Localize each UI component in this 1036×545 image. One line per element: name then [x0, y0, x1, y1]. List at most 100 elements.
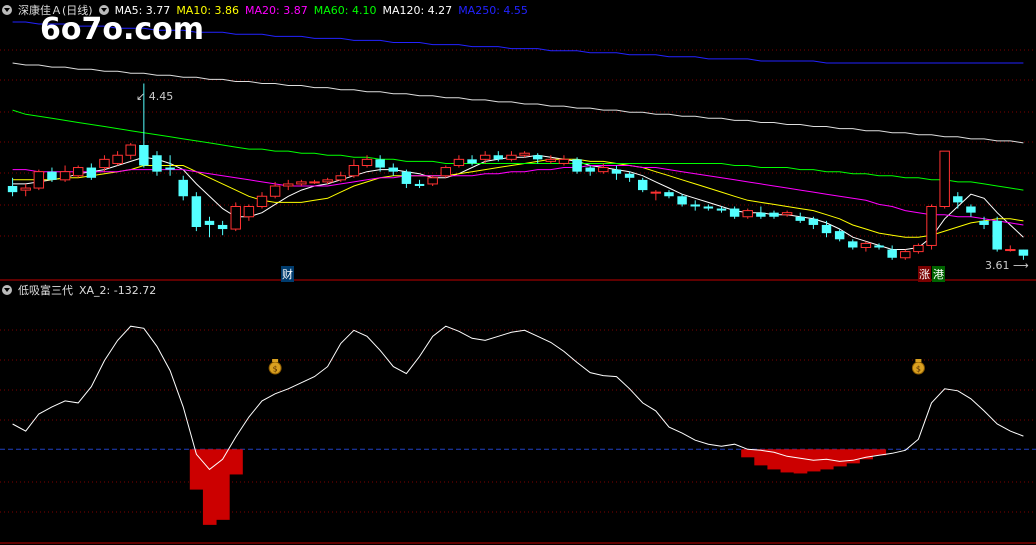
- candle-body: [296, 181, 307, 185]
- candle-body: [375, 159, 385, 168]
- candle-body: [453, 158, 465, 167]
- indicator-bar: [202, 449, 217, 525]
- candle-body: [808, 218, 819, 225]
- candle-body: [256, 195, 268, 207]
- candle-body: [59, 171, 71, 181]
- limit-up-marker[interactable]: 涨: [918, 266, 931, 282]
- ma-legend-item: MA250: 4.55: [458, 4, 528, 17]
- candle-body: [230, 206, 241, 230]
- candle-body: [7, 186, 18, 193]
- indicator-bar: [229, 449, 243, 475]
- candle-body: [532, 155, 543, 160]
- candle-body: [152, 155, 162, 172]
- candle-body: [479, 154, 491, 160]
- indicator-bar: [859, 449, 873, 460]
- high-price-label: ↙ 4.45: [136, 90, 174, 103]
- candle-body: [165, 167, 175, 170]
- money-bag-icon[interactable]: $: [268, 359, 282, 375]
- ma-toggle-icon[interactable]: [98, 5, 109, 15]
- candle-body: [33, 171, 45, 189]
- candle-body: [795, 216, 805, 221]
- hk-connect-marker[interactable]: 港: [932, 266, 945, 282]
- ma-legend-item: MA5: 3.77: [114, 4, 171, 17]
- candle-body: [650, 191, 662, 194]
- indicator-bar: [741, 449, 755, 458]
- candle-body: [204, 220, 215, 225]
- candle-body: [742, 210, 753, 218]
- candle-body: [558, 158, 570, 164]
- candle-body: [913, 244, 924, 253]
- candle-body: [217, 224, 228, 230]
- candle-body: [72, 167, 84, 177]
- candle-body: [953, 196, 963, 203]
- candle-body: [545, 158, 557, 162]
- candle-body: [20, 187, 31, 191]
- ma-line-ma60: [12, 109, 1024, 191]
- indicator-bar: [793, 449, 808, 474]
- candle-body: [637, 179, 648, 191]
- candle-body: [191, 196, 202, 227]
- indicator-bar: [780, 449, 795, 473]
- candle-body: [361, 158, 373, 167]
- candle-body: [388, 167, 399, 172]
- finance-marker[interactable]: 财: [281, 266, 294, 282]
- candle-body: [781, 212, 793, 216]
- indicator-bar: [754, 449, 768, 466]
- candle-body: [834, 231, 845, 240]
- indicator-toggle-icon[interactable]: [2, 285, 12, 295]
- candle-body: [769, 212, 779, 217]
- candle-body: [1018, 249, 1029, 256]
- candle-body: [99, 158, 110, 169]
- money-bag-icon[interactable]: $: [911, 359, 925, 375]
- candle-body: [874, 245, 884, 248]
- candle-body: [821, 224, 832, 234]
- candle-body: [900, 251, 911, 259]
- collapse-toggle-icon[interactable]: [2, 5, 12, 15]
- candle-body: [243, 206, 255, 218]
- indicator-bar: [846, 449, 860, 464]
- candle-body: [572, 159, 582, 172]
- candle-body: [86, 167, 97, 178]
- candle-body: [519, 152, 530, 156]
- period-label: (日线): [62, 4, 93, 17]
- candle-body: [677, 196, 687, 205]
- indicator-name: 低吸富三代: [18, 284, 73, 297]
- candle-body: [729, 208, 740, 217]
- ma-legend-item: MA60: 4.10: [313, 4, 377, 17]
- candle-body: [283, 183, 294, 187]
- indicator-line: [12, 325, 1024, 471]
- stock-name: 深康佳Ａ: [18, 4, 62, 17]
- ma-legend-item: MA120: 4.27: [382, 4, 453, 17]
- candle-body: [624, 173, 635, 178]
- candle-body: [716, 208, 727, 211]
- candle-body: [887, 249, 897, 258]
- candle-body: [309, 181, 320, 184]
- candle-body: [690, 204, 700, 207]
- candle-body: [414, 183, 425, 186]
- low-price-label: 3.61 ⟶: [985, 259, 1029, 272]
- svg-text:$: $: [916, 365, 921, 374]
- stock-chart[interactable]: $ $: [0, 0, 1036, 545]
- ma-legend-list: MA5: 3.77 MA10: 3.86 MA20: 3.87 MA60: 4.10 M…: [115, 4, 534, 17]
- candle-body: [979, 220, 989, 225]
- candle-body: [139, 145, 149, 166]
- indicator-bar: [216, 449, 230, 520]
- indicator-value: XA_2: -132.72: [79, 284, 157, 297]
- sub-legend: 低吸富三代 XA_2: -132.72: [2, 282, 162, 300]
- candle-body: [493, 155, 504, 160]
- candle-body: [703, 206, 714, 209]
- candle-body: [611, 169, 622, 174]
- candle-body: [269, 185, 281, 197]
- candle-body: [506, 154, 517, 160]
- candle-body: [926, 206, 937, 246]
- ma-legend-item: MA10: 3.86: [176, 4, 240, 17]
- ma-line-ma10: [12, 158, 1024, 238]
- candle-body: [322, 179, 333, 183]
- ma-legend-item: MA20: 3.87: [245, 4, 308, 17]
- indicator-bar: [833, 449, 847, 467]
- candle-body: [401, 171, 412, 184]
- candle-body: [848, 241, 858, 248]
- candle-body: [47, 171, 57, 180]
- candle-body: [125, 144, 136, 156]
- main-legend: 深康佳Ａ(日线) MA5: 3.77 MA10: 3.86 MA20: 3.87 MA6…: [2, 2, 534, 20]
